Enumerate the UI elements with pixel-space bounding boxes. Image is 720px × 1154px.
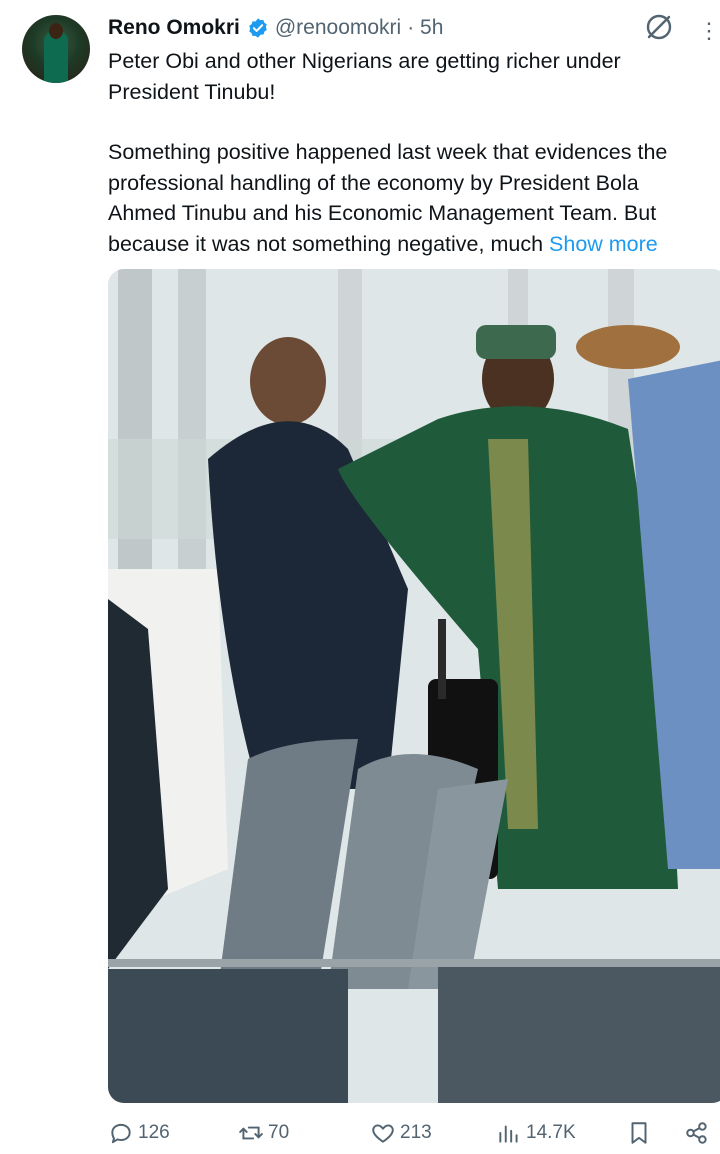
bookmark-icon: [631, 1122, 647, 1144]
like-count: 213: [400, 1122, 432, 1143]
like-button[interactable]: 213: [370, 1120, 432, 1146]
tweet-text: Peter Obi and other Nigerians are gettin…: [108, 46, 720, 259]
tweet-text-line: Peter Obi and other Nigerians are gettin…: [108, 49, 621, 73]
tweet-header: Reno Omokri @renoomokri · 5h: [108, 14, 720, 42]
more-icon[interactable]: ⋮: [698, 18, 720, 44]
verified-badge-icon: [249, 18, 267, 38]
views-count: 14.7K: [526, 1122, 576, 1143]
heart-icon: [372, 1124, 394, 1143]
author-name[interactable]: Reno Omokri: [108, 16, 240, 40]
tweet-actions: 126 70 213 14.7K: [108, 1120, 720, 1154]
views-icon: [499, 1125, 518, 1143]
share-button[interactable]: [684, 1120, 714, 1146]
tweet-text-last: because it was not something negative, m…: [108, 231, 550, 256]
repost-icon: [239, 1126, 263, 1140]
grok-icon[interactable]: [644, 12, 674, 42]
tweet-text-line: Ahmed Tinubu and his Economic Management…: [108, 201, 657, 225]
tweet-text-line: President Tinubu!: [108, 79, 276, 104]
tweet-photo[interactable]: [108, 269, 720, 1103]
share-icon: [686, 1122, 707, 1144]
avatar-head: [49, 23, 63, 39]
reply-icon: [111, 1123, 131, 1144]
author-avatar[interactable]: [22, 15, 90, 83]
bookmark-button[interactable]: [626, 1120, 656, 1146]
repost-button[interactable]: 70: [238, 1120, 289, 1146]
views-button[interactable]: 14.7K: [496, 1120, 576, 1146]
author-handle[interactable]: @renoomokri: [275, 16, 401, 40]
reply-button[interactable]: 126: [108, 1120, 170, 1146]
show-more-link[interactable]: Show more: [549, 232, 658, 256]
tweet-text-line: because it was not something negative, m…: [108, 229, 720, 260]
tweet-text-line: Something positive happened last week th…: [108, 140, 668, 164]
tweet-text-line: professional handling of the economy by …: [108, 170, 639, 195]
photo-scene: [108, 269, 720, 1103]
repost-count: 70: [268, 1122, 290, 1143]
tweet-time[interactable]: · 5h: [407, 16, 443, 40]
reply-count: 126: [138, 1122, 170, 1143]
